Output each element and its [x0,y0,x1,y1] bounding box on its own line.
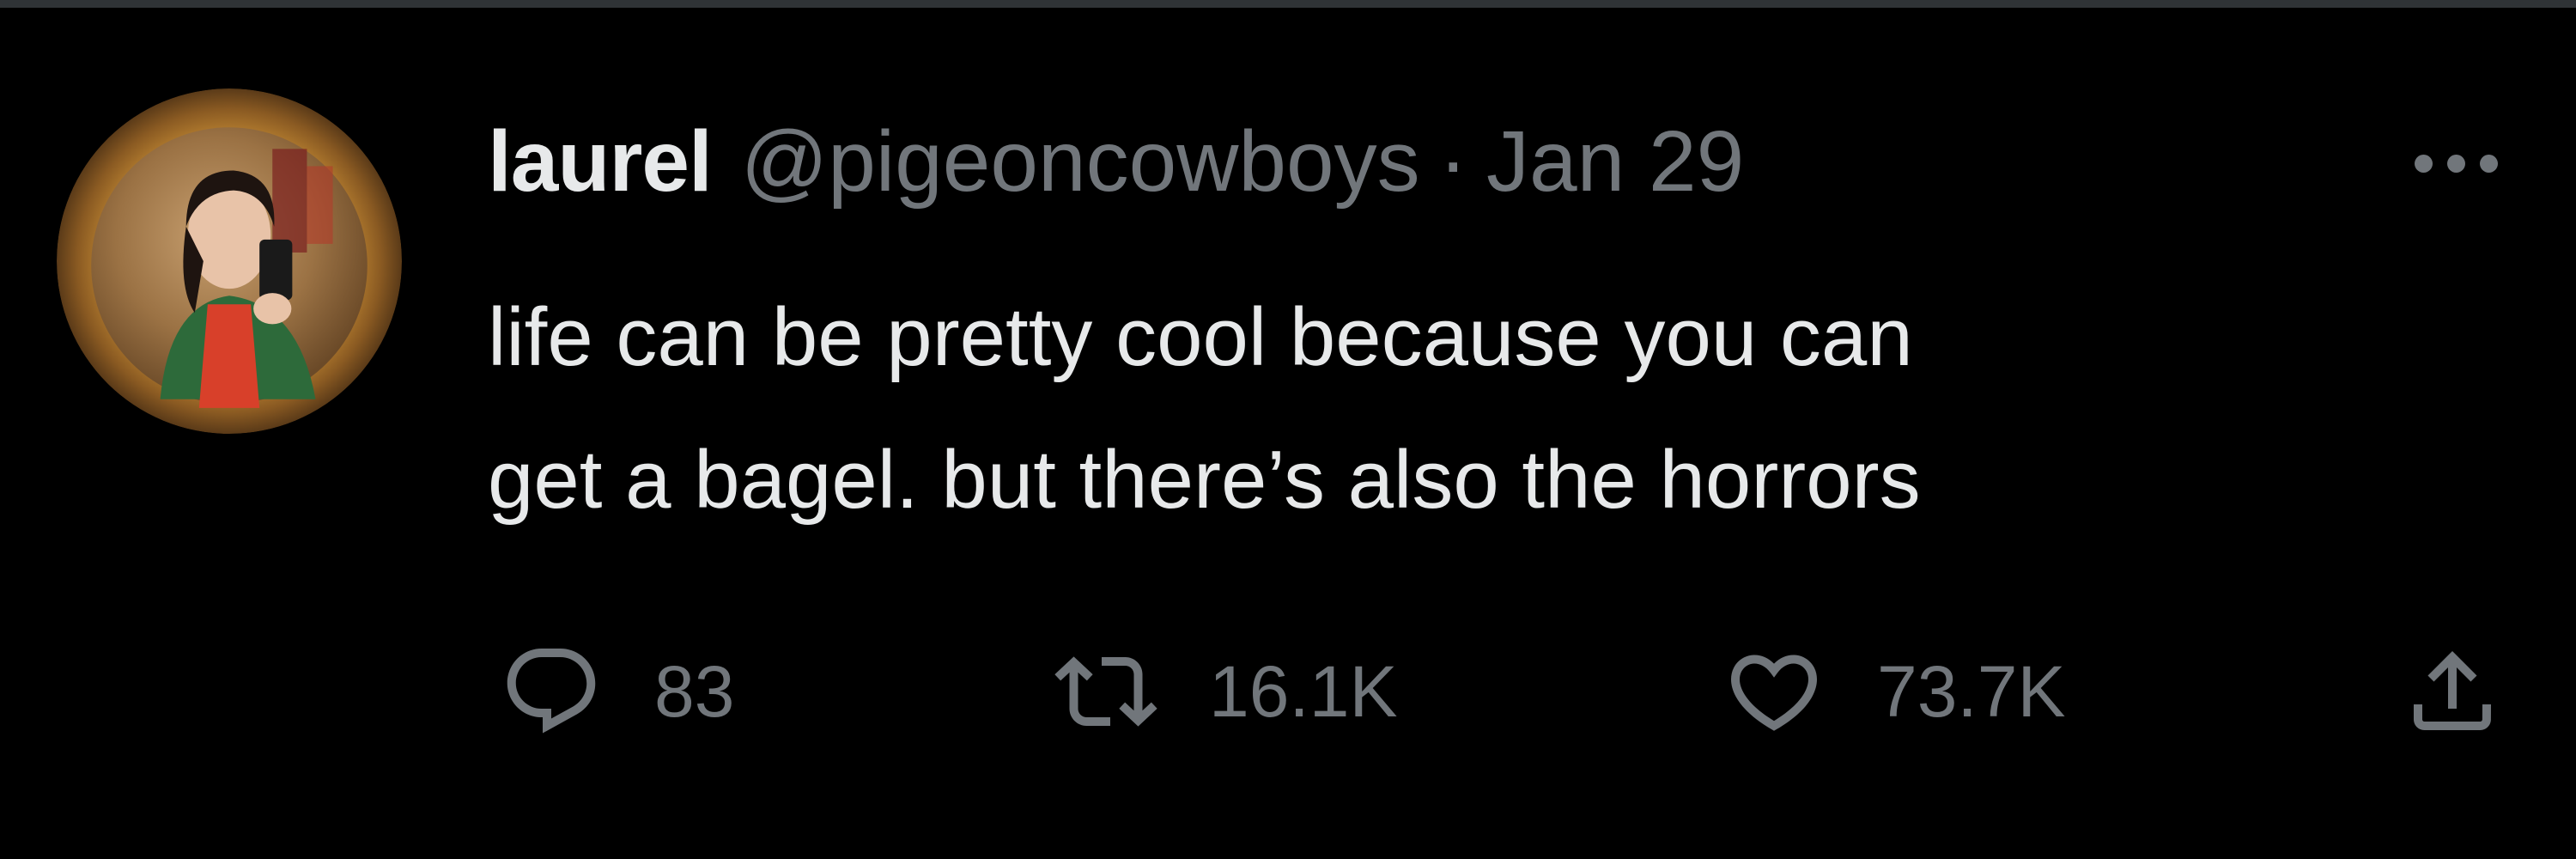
share-button[interactable] [2392,640,2512,743]
tweet-text-line: get a bagel. but there’s also the horror… [488,434,1921,526]
avatar-image [57,88,402,434]
tweet-text-line: life can be pretty cool because you can [488,291,1913,383]
repost-arrows-icon [1054,656,1157,727]
reply-button[interactable]: 83 [491,640,734,743]
like-count: 73.7K [1877,650,2066,732]
top-divider [0,0,2576,8]
tweet-header: laurel @pigeoncowboys · Jan 29 [488,101,1744,222]
like-button[interactable]: 73.7K [1714,640,2066,743]
tweet-date[interactable]: Jan 29 [1486,101,1744,222]
speech-bubble-icon [507,649,596,734]
more-options-button[interactable] [2396,129,2516,198]
separator-dot: · [1438,113,1467,210]
tweet-text: life can be pretty cool because you can … [488,266,2445,551]
repost-button[interactable]: 16.1K [1046,640,1398,743]
heart-icon [1730,655,1818,731]
share-upload-icon [2414,650,2491,730]
more-horizontal-icon-dot [2479,154,2498,173]
avatar[interactable] [57,88,402,434]
reply-count: 83 [654,650,735,732]
display-name[interactable]: laurel [488,101,713,222]
repost-count: 16.1K [1209,650,1398,732]
more-horizontal-icon-dot [2446,154,2465,173]
more-horizontal-icon [2414,154,2433,173]
user-handle[interactable]: @pigeoncowboys [741,101,1420,222]
